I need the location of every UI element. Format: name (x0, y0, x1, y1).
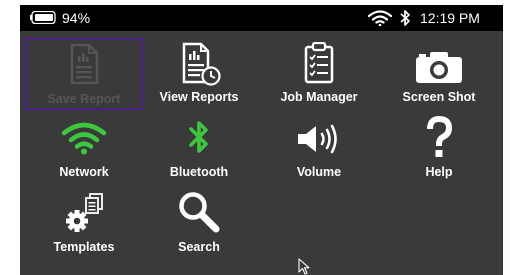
battery-percent: 94% (62, 10, 91, 26)
volume-button[interactable]: Volume (260, 113, 378, 185)
clock: 12:19 PM (420, 10, 480, 26)
screen-shot-button[interactable]: Screen Shot (380, 38, 498, 110)
screen-shot-label: Screen Shot (402, 90, 476, 104)
bluetooth-label: Bluetooth (169, 165, 229, 179)
help-label: Help (425, 165, 453, 179)
network-button[interactable]: Network (25, 113, 143, 185)
help-button[interactable]: Help (380, 113, 498, 185)
battery-icon (30, 11, 56, 24)
view-reports-icon (182, 42, 221, 86)
volume-label: Volume (296, 165, 342, 179)
speaker-icon (298, 124, 337, 154)
status-bar: 94% 12:19 PM (20, 5, 503, 31)
mouse-cursor-icon (298, 258, 310, 275)
clipboard-icon (304, 42, 334, 84)
save-report-button[interactable]: Save Report (25, 38, 143, 110)
magnifier-icon (179, 192, 220, 233)
network-label: Network (59, 165, 109, 179)
bluetooth-icon (400, 10, 410, 26)
templates-label: Templates (53, 240, 115, 254)
job-manager-label: Job Manager (280, 90, 358, 104)
job-manager-button[interactable]: Job Manager (260, 38, 378, 110)
save-report-label: Save Report (47, 92, 121, 106)
wifi-icon (368, 10, 392, 26)
view-reports-label: View Reports (159, 90, 239, 104)
question-icon (427, 115, 453, 157)
templates-icon (66, 193, 103, 232)
bluetooth-button[interactable]: Bluetooth (140, 113, 258, 185)
view-reports-button[interactable]: View Reports (140, 38, 258, 110)
save-report-icon (70, 44, 99, 84)
search-button[interactable]: Search (140, 188, 258, 260)
wifi-icon (61, 122, 107, 155)
camera-icon (416, 52, 462, 83)
device-screen: 94% 12:19 PM Save Report View Reports Jo… (20, 5, 503, 275)
bluetooth-icon (189, 121, 208, 153)
search-label: Search (178, 240, 220, 254)
templates-button[interactable]: Templates (25, 188, 143, 260)
